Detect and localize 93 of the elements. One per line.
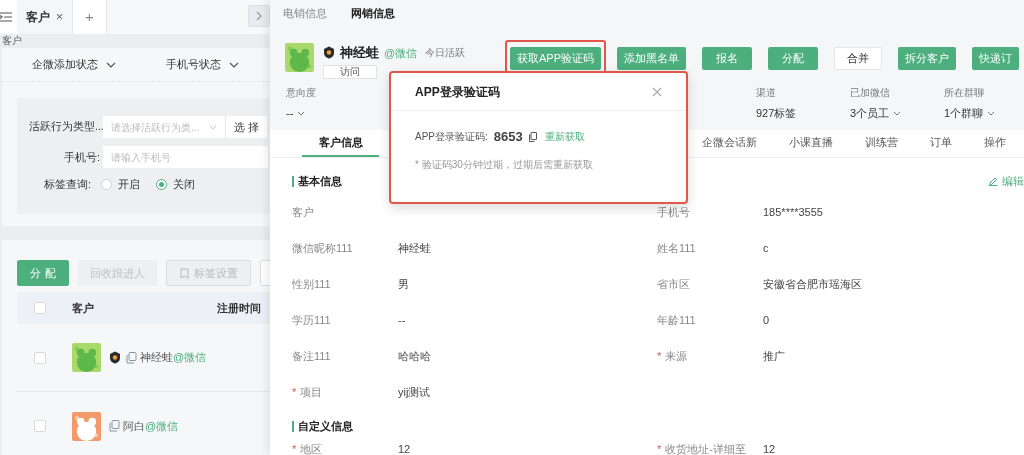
field-value: 0 [763, 312, 770, 328]
chevron-down-icon[interactable] [893, 110, 902, 116]
radio-button[interactable] [156, 178, 167, 190]
chevron-down-icon [229, 61, 239, 68]
pencil-icon [988, 176, 998, 186]
field-value: yij测试 [398, 384, 431, 400]
stat-label: 已加微信 [850, 86, 891, 100]
action-button[interactable]: 合并 [834, 46, 882, 70]
checkbox[interactable] [34, 420, 46, 432]
stat-value[interactable]: -- [286, 105, 294, 122]
tab[interactable]: 客户信息 [302, 130, 379, 157]
tab[interactable]: 订单 [930, 130, 952, 157]
field-label: 来源 [665, 348, 688, 364]
field-value: 哈哈哈 [398, 348, 431, 364]
customer-name[interactable]: 神经蛙@微信 [140, 349, 207, 366]
hint-text: * 验证码30分钟过期，过期后需重新获取 [414, 157, 594, 172]
close-icon[interactable]: × [55, 7, 64, 27]
customer-name[interactable]: 阿白@微信 [123, 417, 179, 435]
field-label: 手机号 [657, 204, 690, 220]
required-mark: * [657, 441, 662, 455]
select-button[interactable]: 选 择 [225, 116, 267, 138]
section-title: 自定义信息 [298, 418, 353, 434]
tag: 访问 [323, 64, 377, 79]
stat-label: 意向度 [286, 86, 317, 100]
dialog-title: APP登录验证码 [415, 83, 500, 101]
stat-label: 渠道 [756, 86, 777, 100]
column-header: 注册时间 [217, 300, 261, 316]
tab[interactable]: 企微会话新 [702, 130, 757, 157]
required-mark: * [657, 348, 662, 364]
filter-dropdown[interactable]: 手机号状态 [166, 56, 239, 73]
tab[interactable]: + [73, 0, 107, 34]
copy-icon [126, 351, 137, 364]
tab[interactable]: 操作 [984, 130, 1006, 157]
field-value: c [763, 240, 769, 256]
filter-dropdown[interactable]: 企微添加状态 [32, 56, 116, 73]
field-label: 客户 [292, 204, 314, 220]
phone-input[interactable]: 请输入手机号 [103, 146, 268, 168]
radio-label: 关闭 [173, 177, 195, 192]
field-label: 姓名111 [657, 240, 696, 256]
field-label: 学历111 [292, 312, 331, 328]
stat-value[interactable]: 3个员工 [850, 105, 890, 122]
field-value: 12 [763, 441, 776, 455]
field-label: 备注111 [292, 348, 331, 364]
copy-icon[interactable] [528, 131, 537, 142]
customer-name: 神经蛙 [340, 44, 379, 62]
chevron-down-icon [209, 124, 217, 130]
field-value: 神经蛙 [398, 240, 431, 256]
tab[interactable]: 网销信息 [351, 4, 395, 22]
field-label: 性别111 [292, 276, 331, 292]
expand-button[interactable] [248, 5, 270, 27]
badge-icon [323, 46, 335, 60]
stat-value[interactable]: 1个群聊 [944, 105, 984, 122]
required-mark: * [292, 384, 297, 400]
checkbox[interactable] [34, 302, 46, 314]
activity-label: 今日活跃 [425, 46, 466, 61]
tab[interactable]: 训练营 [865, 130, 898, 157]
field-label: 标签查询: [42, 177, 91, 192]
field-label: 项目 [300, 384, 323, 400]
section-title: 基本信息 [298, 173, 342, 189]
field-label: 省市区 [657, 276, 690, 292]
field-value: 推广 [763, 348, 785, 364]
field-label: 微信昵称111 [292, 240, 353, 256]
menu-icon[interactable] [0, 12, 12, 22]
field-label: 活跃行为类型... [29, 119, 103, 135]
checkbox[interactable] [34, 351, 46, 364]
bookmark-icon [179, 267, 189, 279]
code-label: APP登录验证码: [415, 130, 488, 145]
breadcrumb: 客户 [1, 34, 23, 48]
chevron-down-icon [106, 61, 116, 68]
field-label: 手机号: [62, 149, 101, 165]
chevron-down-icon[interactable] [297, 110, 306, 116]
tab[interactable]: 电销信息 [283, 4, 327, 22]
required-mark: * [292, 441, 297, 455]
close-icon[interactable] [652, 86, 662, 97]
copy-icon [109, 420, 120, 432]
channel-label: @微信 [384, 45, 418, 61]
field-label: 收货地址-详细至 [665, 441, 746, 455]
field-label: 地区 [300, 441, 323, 455]
stat-value: 927标签 [756, 106, 797, 121]
field-value: -- [398, 312, 406, 328]
radio-label: 开启 [118, 177, 140, 192]
chevron-down-icon[interactable] [987, 110, 996, 116]
column-header: 客户 [72, 300, 95, 316]
field-value: 男 [398, 276, 409, 292]
stat-label: 所在群聊 [944, 86, 985, 100]
radio-button[interactable] [101, 178, 112, 190]
tab[interactable]: 小课直播 [789, 130, 833, 157]
field-value: 185****3555 [763, 204, 823, 220]
chevron-right-icon [256, 11, 262, 21]
field-value: 12 [398, 441, 411, 455]
verification-code: 8653 [493, 128, 523, 146]
field-value: 安徽省合肥市瑶海区 [763, 276, 862, 292]
field-label: 年龄111 [657, 312, 696, 328]
